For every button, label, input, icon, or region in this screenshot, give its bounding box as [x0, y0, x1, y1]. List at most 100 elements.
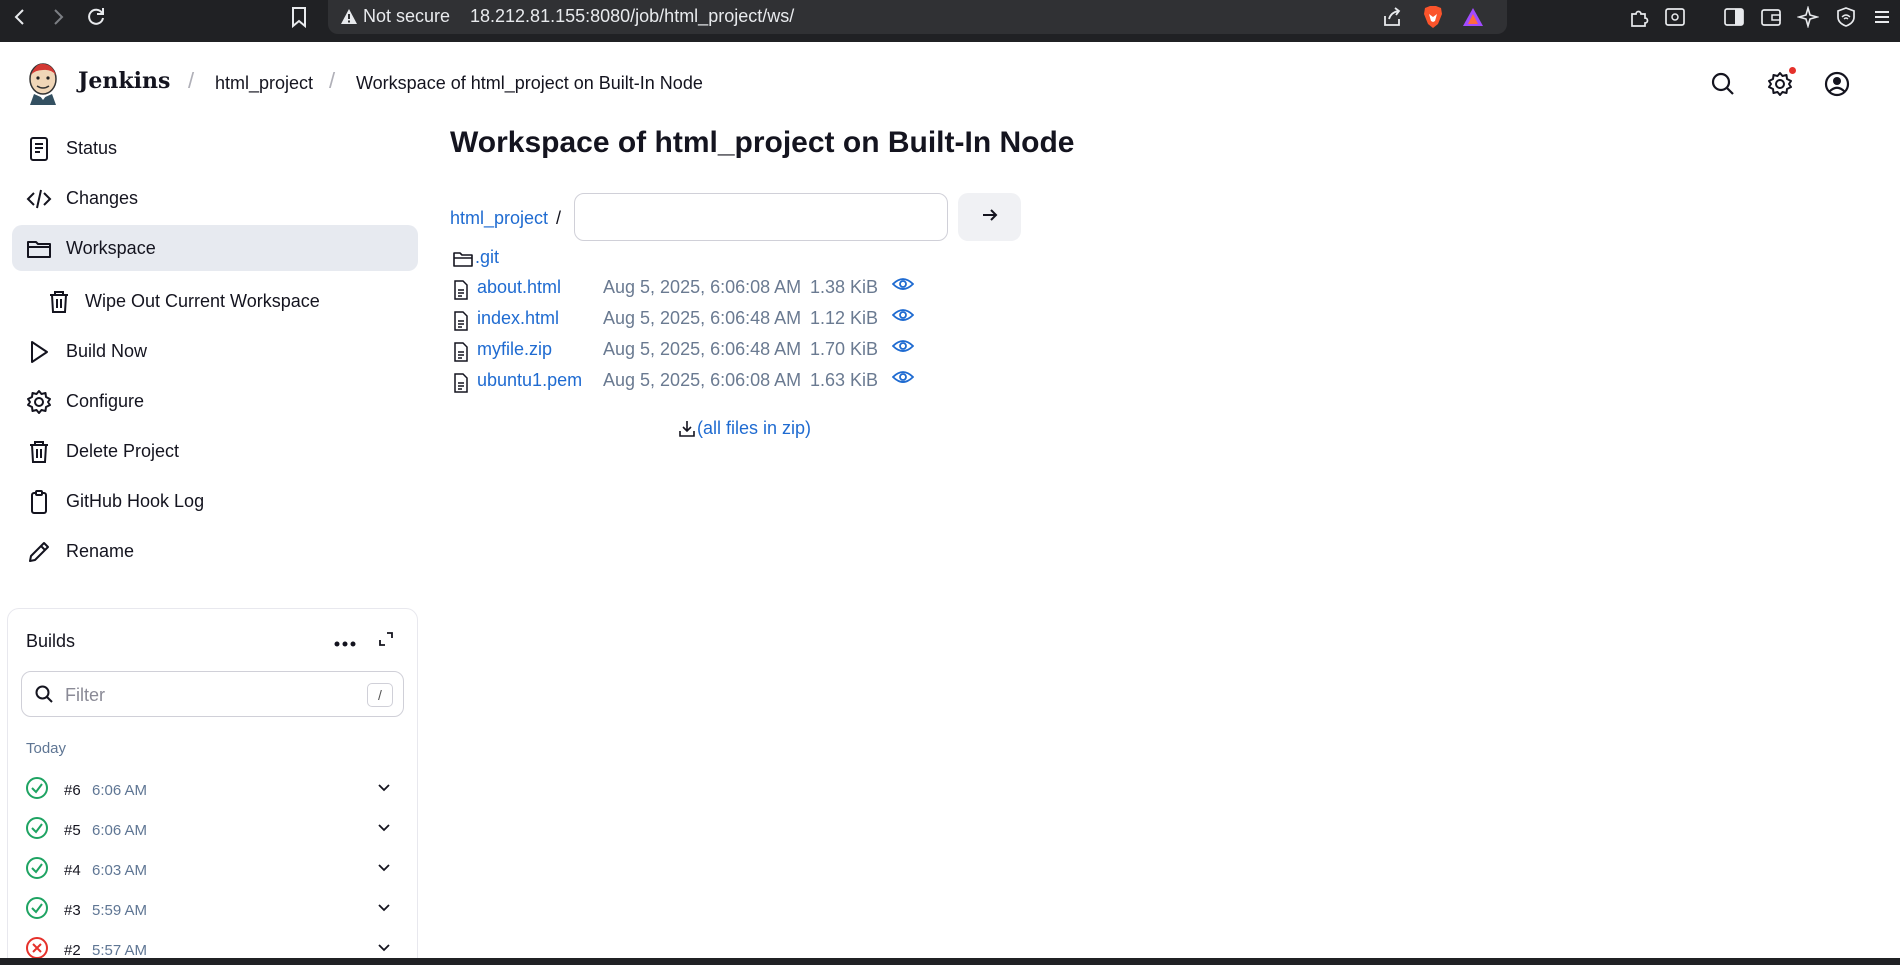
file-size: 1.70 KiB — [810, 339, 879, 359]
trash-icon — [46, 289, 72, 315]
sidebar-item-configure[interactable]: Configure — [12, 378, 418, 424]
sidebar-item-workspace[interactable]: Workspace — [12, 225, 418, 271]
back-icon[interactable] — [8, 5, 32, 29]
file-link[interactable]: index.html — [477, 308, 559, 329]
breadcrumb-workspace[interactable]: Workspace of html_project on Built-In No… — [356, 73, 703, 94]
expand-icon[interactable] — [378, 631, 394, 652]
sidebar-item-label: Build Now — [66, 341, 148, 361]
build-number[interactable]: #3 — [64, 902, 81, 919]
sidebar-item-label: GitHub Hook Log — [66, 491, 205, 511]
build-row[interactable]: #3 5:59 AM — [8, 892, 419, 926]
more-options-icon[interactable] — [334, 635, 356, 653]
sidebar-item-github-hook-log[interactable]: GitHub Hook Log — [12, 478, 418, 524]
file-size: 1.63 KiB — [810, 370, 879, 390]
sidebar-item-label: Status — [66, 138, 118, 158]
build-row[interactable]: #5 6:06 AM — [8, 812, 419, 846]
all-files-zip-link[interactable]: (all files in zip) — [697, 418, 811, 439]
file-row: myfile.zip Aug 5, 2025, 6:06:48 AM 1.70 … — [450, 335, 970, 365]
forward-icon[interactable] — [46, 5, 70, 29]
chevron-down-icon[interactable] — [377, 860, 391, 879]
chevron-down-icon[interactable] — [377, 820, 391, 839]
success-check-icon — [25, 816, 49, 845]
view-eye-icon[interactable] — [891, 369, 915, 390]
warning-icon[interactable] — [337, 5, 361, 29]
address-bar[interactable]: Not secure 18.212.81.155:8080/job/html_p… — [328, 0, 1507, 34]
reload-icon[interactable] — [84, 5, 108, 29]
path-input[interactable] — [574, 193, 948, 241]
sidebar-item-build-now[interactable]: Build Now — [12, 328, 418, 374]
search-icon — [34, 684, 54, 709]
bottom-strip — [0, 958, 1900, 965]
build-group-label: Today — [26, 740, 67, 757]
view-eye-icon[interactable] — [891, 307, 915, 328]
sidebar-item-changes[interactable]: Changes — [12, 175, 418, 221]
media-icon[interactable] — [1663, 5, 1687, 29]
url-text[interactable]: 18.212.81.155:8080/job/html_project/ws/ — [470, 6, 794, 27]
success-check-icon — [25, 896, 49, 925]
file-date: Aug 5, 2025, 6:06:48 AM — [603, 339, 802, 359]
sidebar-item-label: Wipe Out Current Workspace — [85, 291, 320, 311]
menu-icon[interactable] — [1870, 5, 1894, 29]
sidebar-item-status[interactable]: Status — [12, 125, 418, 171]
folder-link[interactable]: .git — [475, 247, 499, 268]
sidebar-item-delete-project[interactable]: Delete Project — [12, 428, 418, 474]
file-date: Aug 5, 2025, 6:06:08 AM — [603, 277, 802, 297]
file-date: Aug 5, 2025, 6:06:48 AM — [603, 308, 802, 328]
vpn-icon[interactable] — [1834, 5, 1858, 29]
chevron-down-icon[interactable] — [377, 780, 391, 799]
leo-ai-icon[interactable] — [1796, 5, 1820, 29]
sidebar-toggle-icon[interactable] — [1722, 5, 1746, 29]
extensions-icon[interactable] — [1627, 5, 1651, 29]
breadcrumb-html-project[interactable]: html_project — [215, 73, 313, 94]
page-title: Workspace of html_project on Built-In No… — [450, 126, 1075, 159]
sidebar-item-rename[interactable]: Rename — [12, 528, 418, 574]
folder-icon — [453, 250, 473, 273]
build-number[interactable]: #2 — [64, 942, 81, 959]
view-eye-icon[interactable] — [891, 338, 915, 359]
brave-shield-icon[interactable] — [1421, 5, 1445, 29]
build-row[interactable]: #4 6:03 AM — [8, 852, 419, 886]
bookmark-icon[interactable] — [287, 5, 311, 29]
security-label: Not secure — [363, 6, 451, 26]
search-icon[interactable] — [1709, 70, 1737, 98]
notification-dot — [1789, 67, 1796, 74]
wallet-icon[interactable] — [1759, 5, 1783, 29]
build-time: 5:57 AM — [92, 942, 148, 959]
download-icon — [678, 420, 696, 443]
share-icon[interactable] — [1380, 5, 1404, 29]
file-size: 1.38 KiB — [810, 277, 879, 297]
arrow-right-icon — [980, 205, 1000, 230]
build-time: 5:59 AM — [92, 902, 148, 919]
file-link[interactable]: ubuntu1.pem — [477, 370, 582, 391]
sidebar-item-label: Configure — [66, 391, 145, 411]
code-icon — [26, 186, 52, 212]
chevron-down-icon[interactable] — [377, 940, 391, 959]
file-date: Aug 5, 2025, 6:06:08 AM — [603, 370, 802, 390]
file-row: about.html Aug 5, 2025, 6:06:08 AM 1.38 … — [450, 273, 970, 303]
sidebar-item-wipe-out-workspace[interactable]: Wipe Out Current Workspace — [12, 278, 418, 324]
view-eye-icon[interactable] — [891, 276, 915, 297]
manage-jenkins-gear-icon[interactable] — [1766, 70, 1794, 98]
browser-toolbar: Not secure 18.212.81.155:8080/job/html_p… — [0, 0, 1900, 42]
brand-name[interactable]: Jenkins — [78, 68, 170, 94]
keyboard-shortcut-badge: / — [367, 683, 393, 707]
build-time: 6:06 AM — [92, 822, 148, 839]
clipboard-icon — [26, 489, 52, 515]
builds-panel: Builds Filter / Today #6 6:06 AM #5 6:06… — [7, 608, 418, 965]
chevron-down-icon[interactable] — [377, 900, 391, 919]
workspace-root-link[interactable]: html_project — [450, 208, 548, 229]
go-button[interactable] — [958, 193, 1021, 241]
file-link[interactable]: myfile.zip — [477, 339, 552, 360]
builds-filter-input[interactable]: Filter / — [21, 671, 404, 717]
sidebar-item-label: Changes — [66, 188, 139, 208]
build-row[interactable]: #6 6:06 AM — [8, 772, 419, 806]
file-link[interactable]: about.html — [477, 277, 561, 298]
build-number[interactable]: #4 — [64, 862, 81, 879]
folder-icon — [26, 236, 52, 262]
rewards-icon[interactable] — [1461, 5, 1485, 29]
build-number[interactable]: #5 — [64, 822, 81, 839]
breadcrumb-separator: / — [329, 68, 336, 93]
user-account-icon[interactable] — [1823, 70, 1851, 98]
jenkins-logo-icon[interactable] — [26, 61, 60, 105]
build-number[interactable]: #6 — [64, 782, 81, 799]
